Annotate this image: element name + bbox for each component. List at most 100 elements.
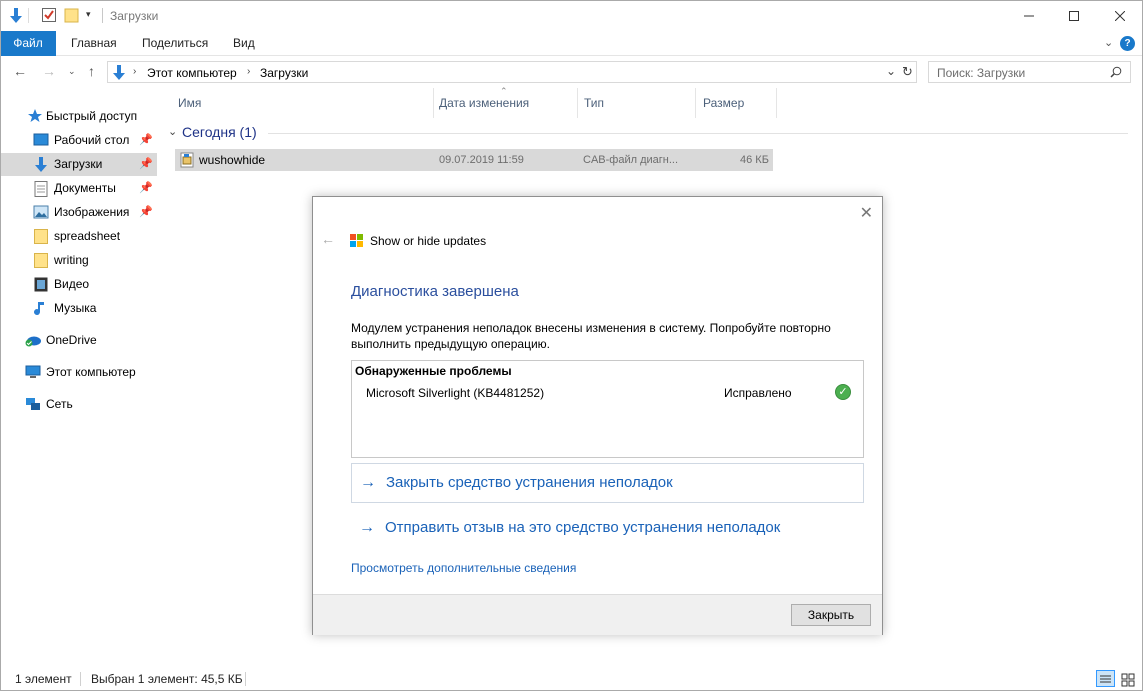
tab-share[interactable]: Поделиться <box>128 31 222 56</box>
nav-label: OneDrive <box>46 333 97 347</box>
refresh-icon[interactable]: ↻ <box>902 64 913 80</box>
title-bar: ▾ Загрузки <box>0 0 1143 31</box>
maximize-icon[interactable] <box>1051 0 1097 31</box>
nav-item-network[interactable]: Сеть <box>0 393 157 416</box>
close-icon[interactable] <box>1097 0 1143 31</box>
search-box[interactable] <box>928 61 1131 83</box>
expand-ribbon-icon[interactable]: ⌄ <box>1104 36 1113 49</box>
more-info-link[interactable]: Просмотреть дополнительные сведения <box>351 561 576 575</box>
dialog-close-icon[interactable]: ✕ <box>860 203 873 223</box>
search-icon[interactable] <box>1110 66 1122 81</box>
collapse-group-icon[interactable]: ⌄ <box>168 125 177 138</box>
nav-item-pictures[interactable]: Изображения 📌 <box>0 201 157 224</box>
column-header-type[interactable]: Тип <box>578 88 696 118</box>
downloads-icon <box>33 156 49 172</box>
nav-item-video[interactable]: Видео <box>0 273 157 296</box>
dialog-footer: Закрыть <box>313 594 882 635</box>
tab-file[interactable]: Файл <box>0 31 56 56</box>
nav-label: Этот компьютер <box>46 365 136 379</box>
ribbon: Файл Главная Поделиться Вид ⌄ ? <box>0 31 1143 56</box>
dialog-description: Модулем устранения неполадок внесены изм… <box>351 321 831 351</box>
pictures-icon <box>33 205 49 220</box>
column-header-name[interactable]: Имя <box>172 88 434 118</box>
item-count: 1 элемент <box>15 672 72 686</box>
nav-label: spreadsheet <box>54 229 121 243</box>
nav-item-downloads[interactable]: Загрузки 📌 <box>0 153 157 176</box>
nav-item-spreadsheet[interactable]: spreadsheet <box>0 225 157 248</box>
file-date: 09.07.2019 11:59 <box>439 154 524 166</box>
back-arrow-icon[interactable]: ← <box>13 63 27 79</box>
computer-icon <box>25 365 41 380</box>
dialog-app-name: Show or hide updates <box>370 234 487 248</box>
address-dropdown-icon[interactable]: ⌄ <box>886 64 896 78</box>
column-header-size[interactable]: Размер <box>697 88 777 118</box>
nav-item-onedrive[interactable]: OneDrive <box>0 329 157 352</box>
back-arrow-icon[interactable]: ← <box>321 231 335 247</box>
documents-icon <box>34 181 50 197</box>
details-view-icon[interactable] <box>1096 670 1115 687</box>
network-icon <box>25 397 41 412</box>
close-troubleshooter-button[interactable]: → Закрыть средство устранения неполадок <box>351 463 864 503</box>
problems-title: Обнаруженные проблемы <box>355 364 512 378</box>
close-button[interactable]: Закрыть <box>791 604 871 626</box>
breadcrumb-downloads[interactable]: Загрузки <box>260 66 308 80</box>
send-feedback-button[interactable]: → Отправить отзыв на это средство устране… <box>351 509 864 549</box>
music-icon <box>34 301 50 316</box>
chevron-right-icon[interactable]: › <box>133 66 136 77</box>
nav-item-documents[interactable]: Документы 📌 <box>0 177 157 200</box>
problem-name: Microsoft Silverlight (KB4481252) <box>366 386 545 400</box>
address-row: ← → ⌄ ↑ › Этот компьютер › Загрузки ⌄ ↻ <box>0 57 1143 87</box>
chevron-right-icon[interactable]: › <box>247 66 250 77</box>
minimize-icon[interactable] <box>1006 0 1052 31</box>
status-bar: 1 элемент Выбран 1 элемент: 45,5 КБ <box>0 667 1143 691</box>
file-size: 46 КБ <box>740 154 769 166</box>
pin-icon[interactable]: 📌 <box>139 129 153 152</box>
address-bar[interactable]: › Этот компьютер › Загрузки ⌄ ↻ <box>107 61 917 83</box>
nav-label: Сеть <box>46 397 73 411</box>
nav-label: Видео <box>54 277 90 291</box>
cab-file-icon <box>179 152 195 175</box>
troubleshooter-dialog: ✕ ← Show or hide updates Диагностика зав… <box>312 196 883 635</box>
nav-quick-access[interactable]: Быстрый доступ <box>0 105 157 128</box>
pin-icon[interactable]: 📌 <box>139 177 153 200</box>
new-folder-icon[interactable] <box>64 7 80 26</box>
video-icon <box>34 277 50 292</box>
customize-toolbar-icon[interactable]: ▾ <box>86 9 91 20</box>
nav-item-desktop[interactable]: Рабочий стол 📌 <box>0 129 157 152</box>
properties-icon[interactable] <box>41 7 57 26</box>
search-input[interactable] <box>937 65 1107 80</box>
close-troubleshooter-label: Закрыть средство устранения неполадок <box>386 474 673 491</box>
tab-view[interactable]: Вид <box>219 31 269 56</box>
pin-icon[interactable]: 📌 <box>139 153 153 176</box>
nav-item-music[interactable]: Музыка <box>0 297 157 320</box>
breadcrumb-this-pc[interactable]: Этот компьютер <box>147 66 237 80</box>
problems-box: Обнаруженные проблемы Microsoft Silverli… <box>351 360 864 458</box>
send-feedback-label: Отправить отзыв на это средство устранен… <box>385 519 781 536</box>
star-icon <box>27 108 43 123</box>
window-title: Загрузки <box>110 9 159 23</box>
downloads-arrow-icon[interactable] <box>8 7 24 27</box>
navigation-pane: Быстрый доступ Рабочий стол 📌 Загрузки 📌… <box>0 88 160 660</box>
nav-label: Документы <box>54 181 116 195</box>
table-row[interactable]: wushowhide 09.07.2019 11:59 CAB-файл диа… <box>175 149 773 171</box>
nav-item-writing[interactable]: writing <box>0 249 157 272</box>
group-header[interactable]: Сегодня (1) <box>182 124 257 140</box>
nav-label: Загрузки <box>54 157 103 171</box>
nav-item-this-pc[interactable]: Этот компьютер <box>0 361 157 384</box>
large-icons-view-icon[interactable] <box>1118 670 1137 687</box>
arrow-right-icon: → <box>359 519 375 536</box>
arrow-right-icon: → <box>360 474 376 491</box>
desktop-icon <box>33 133 49 148</box>
column-header-date[interactable]: Дата изменения <box>433 88 578 118</box>
up-arrow-icon[interactable]: ↑ <box>88 63 95 79</box>
nav-label: Рабочий стол <box>54 133 130 147</box>
tab-home[interactable]: Главная <box>57 31 131 56</box>
nav-label: Музыка <box>54 301 97 315</box>
forward-arrow-icon[interactable]: → <box>42 63 56 79</box>
help-icon[interactable]: ? <box>1120 36 1135 51</box>
onedrive-icon <box>24 333 41 348</box>
pin-icon[interactable]: 📌 <box>139 201 153 224</box>
folder-icon <box>34 229 50 244</box>
recent-locations-icon[interactable]: ⌄ <box>68 66 76 77</box>
selection-info: Выбран 1 элемент: 45,5 КБ <box>91 672 243 686</box>
